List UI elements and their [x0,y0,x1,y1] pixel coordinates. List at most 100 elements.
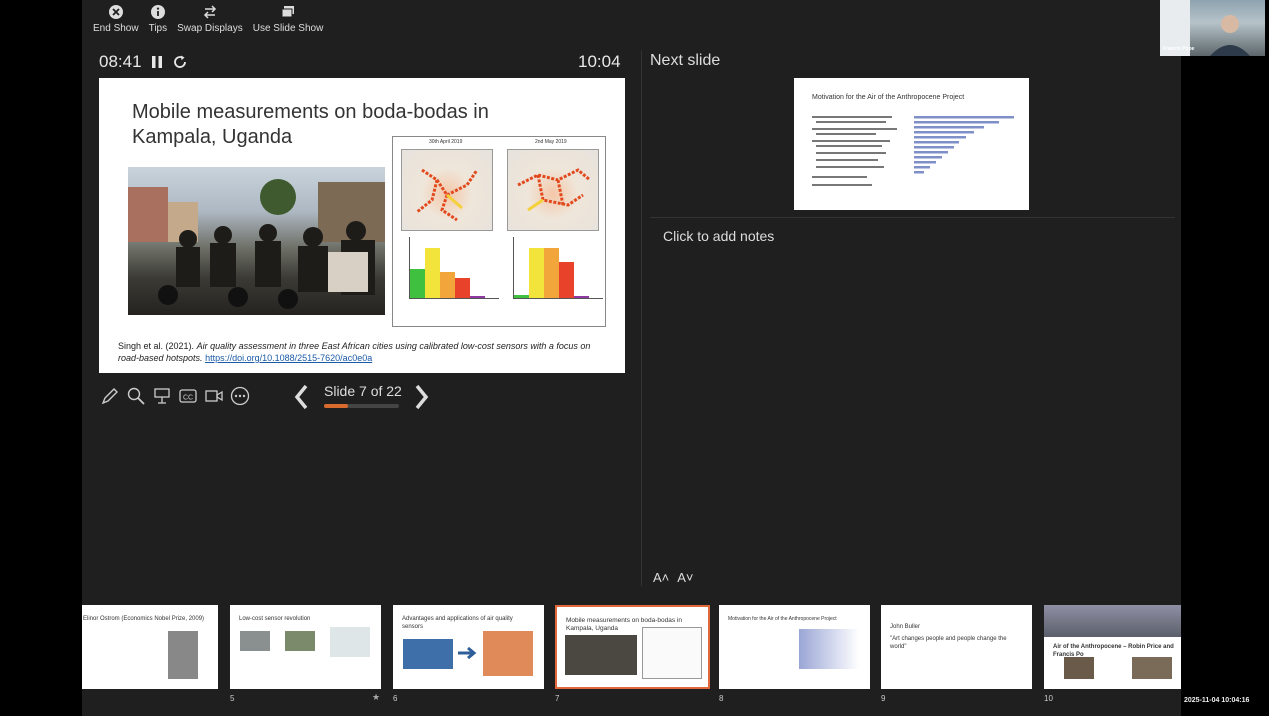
route-map-may [517,168,591,212]
next-slide-label: Next slide [650,52,721,69]
previous-slide-button[interactable] [292,383,310,411]
next-slide-button[interactable] [413,383,431,411]
decrease-font-button[interactable]: A˅ [677,570,693,585]
photo-thumbnail [565,635,637,675]
chevron-right-icon [415,384,429,410]
citation-authors: Singh et al. (2021). [118,341,195,351]
presenter-toolbar: End Show Tips Swap Displays Use Slide Sh… [82,4,323,38]
elapsed-time: 08:41 [99,52,142,71]
pollution-figure: 30th April 2019 2nd May 2019 [392,136,606,327]
chevron-left-icon [294,384,308,410]
next-slide-title: Motivation for the Air of the Anthropoce… [812,94,965,101]
thumbnail-number: 8 [719,694,724,703]
thumbnail-slide-9[interactable]: John Buller "Art changes people and peop… [881,605,1032,689]
restart-icon[interactable] [172,54,188,70]
notes-font-controls: A˄ A˅ [653,570,694,585]
applications-box [483,631,533,676]
next-slide-preview[interactable]: Motivation for the Air of the Anthropoce… [794,78,1029,210]
thumbnail-number: 5 [230,694,235,703]
thumbnail-slide-4[interactable]: Elinor Ostrom (Economics Nobel Prize, 20… [82,605,218,689]
pause-icon[interactable] [150,55,164,69]
map-april-title: 30th April 2019 [429,139,463,145]
slide-progress-bar [324,404,399,408]
tips-label: Tips [148,23,168,34]
arrow-right-icon [458,647,477,659]
pane-divider[interactable] [641,50,642,586]
subtitles-button[interactable]: CC [177,385,199,407]
end-show-label: End Show [93,23,139,34]
thumbnail-slide-10[interactable]: Air of the Anthropocene – Robin Price an… [1044,605,1181,689]
current-slide: Mobile measurements on boda-bodas in Kam… [99,78,625,373]
thumbnail-title: Advantages and applications of air quali… [402,616,513,630]
thumbnail-slide-7[interactable]: Mobile measurements on boda-bodas in Kam… [555,605,710,689]
speaker-notes[interactable]: Click to add notes [663,228,774,244]
bar-unhealthy [455,277,470,298]
swap-displays-button[interactable]: Swap Displays [177,4,243,38]
swap-arrows-icon [203,5,216,19]
pen-button[interactable] [99,385,121,407]
current-clock: 10:04 [578,52,621,71]
use-slide-show-button[interactable]: Use Slide Show [252,4,324,38]
boda-boda-photo [128,167,385,315]
star-icon: ★ [372,692,381,702]
presenter-icon [154,388,170,404]
thumbnail-slide-8[interactable]: Motivation for the Air of the Anthropoce… [719,605,870,689]
bar-good [410,268,425,298]
end-show-button[interactable]: End Show [93,4,139,38]
advantages-box [403,639,453,669]
bar-moderate [529,248,544,298]
bar-moderate [425,248,440,298]
thumbnail-number: 9 [881,694,886,703]
thumbnail-title: Motivation for the Air of the Anthropoce… [728,616,837,622]
zoom-button[interactable] [125,385,147,407]
increase-font-button[interactable]: A˄ [653,570,669,585]
svg-text:CC: CC [183,395,193,402]
bar-very-unhealthy [574,296,589,298]
bar-good [514,294,529,298]
map-thumbnail [330,627,370,657]
bar-chart-april [409,237,499,299]
sensor-photo [285,631,315,651]
notes-divider[interactable] [650,217,1175,218]
thumbnail-slide-6[interactable]: Advantages and applications of air quali… [393,605,544,689]
tips-button[interactable]: Tips [148,4,168,38]
ellipsis-icon [230,386,250,406]
thumbnail-slide-5[interactable]: Low-cost sensor revolution [230,605,381,689]
pointer-button[interactable] [151,385,173,407]
bar-unhealthy-for-sensitive-groups [440,271,455,298]
slides-icon [281,6,295,18]
route-map-april [416,168,479,222]
close-circle-icon [108,5,123,19]
elapsed-timer: 08:41 [99,52,188,72]
camera-button[interactable] [203,385,225,407]
swap-displays-label: Swap Displays [177,23,243,34]
thumbnail-number: 7 [555,694,560,703]
slide-thumbnail-strip[interactable]: Elinor Ostrom (Economics Nobel Prize, 20… [82,602,1181,716]
artwork-photo [1064,657,1094,679]
more-options-button[interactable] [229,385,251,407]
citation: Singh et al. (2021). Air quality assessm… [118,340,613,364]
map-may [507,149,599,231]
thumbnail-quote: "Art changes people and people change th… [890,636,1007,650]
bar-chart-may [513,237,603,299]
slide-counter[interactable]: Slide 7 of 22 [324,383,402,399]
street-scene-image [128,179,385,309]
thumbnail-title: John Buller [890,624,921,630]
next-slide-bullets [812,116,897,186]
webcam-feed: Francis Pope [1160,0,1265,56]
bar-unhealthy-for-sensitive-groups [544,248,559,298]
recording-timestamp: 2025-11-04 10:04:16 [1184,697,1250,704]
sensor-photo [240,631,270,651]
map-april [401,149,493,231]
use-slide-show-label: Use Slide Show [252,23,324,34]
citation-link[interactable]: https://doi.org/10.1088/2515-7620/ac0e0a [205,353,372,363]
bar-unhealthy [559,262,574,298]
thumbnail-title: Elinor Ostrom (Economics Nobel Prize, 20… [83,616,205,622]
thumbnail-number: 6 [393,694,398,703]
portrait-photo [168,631,198,679]
bar-very-unhealthy [470,296,485,298]
video-camera-icon [205,390,223,402]
thumbnail-number: 10 [1044,694,1053,703]
info-icon [150,5,165,19]
figure-thumbnail [642,627,702,679]
